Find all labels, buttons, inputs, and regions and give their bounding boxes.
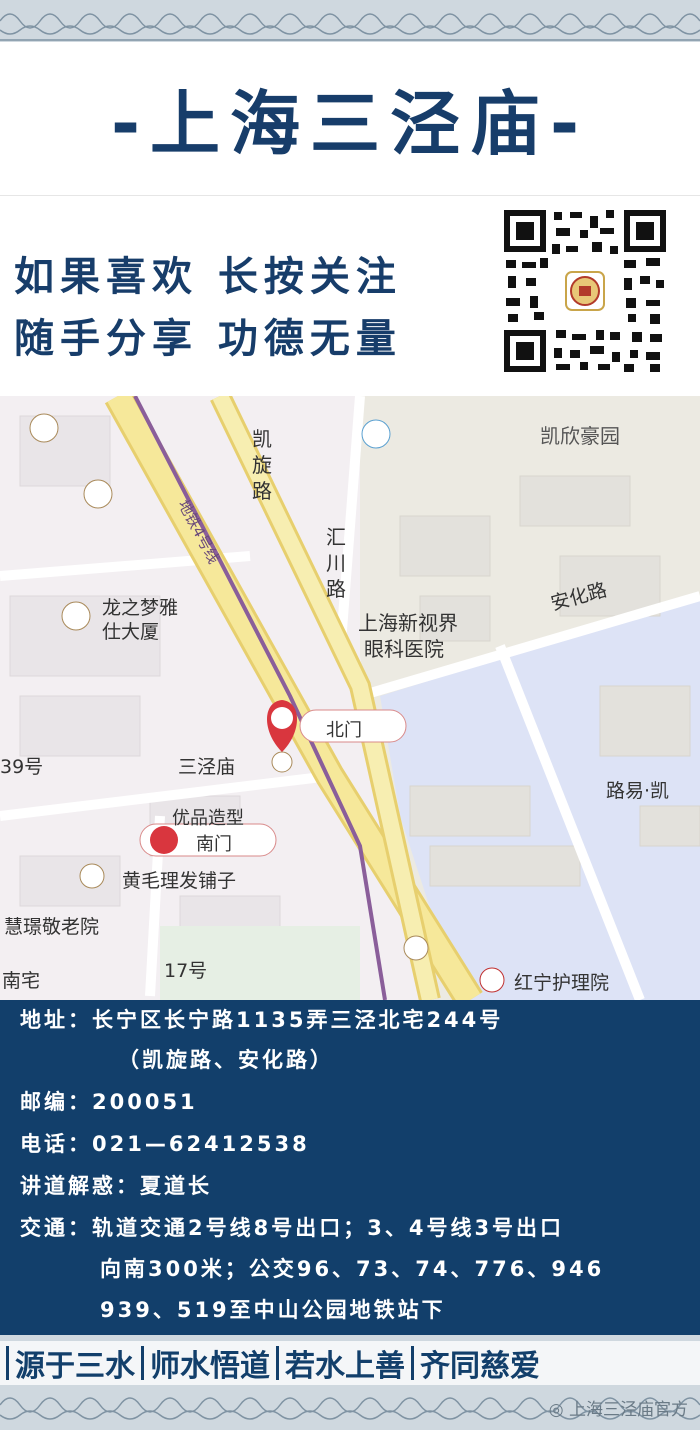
address-note: （凯旋路、安化路）	[118, 1048, 334, 1072]
transit-line-2: 向南300米；公交96、73、74、776、946	[100, 1257, 605, 1281]
info-panel: 地址：长宁区长宁路1135弄三泾北宅244号 （凯旋路、安化路） 邮编：2000…	[0, 1000, 700, 1335]
slogan-line-2: 随手分享 功德无量	[14, 316, 402, 362]
north-gate-label[interactable]: 北门	[326, 716, 362, 742]
motto-row: 源于三水 师水悟道 若水上善 齐同慈爱	[0, 1343, 700, 1384]
transit-line-1: 轨道交通2号线8号出口；3、4号线3号出口	[92, 1216, 565, 1240]
map-label-huichuan-road: 汇川路	[326, 525, 346, 601]
qr-code[interactable]	[500, 206, 670, 376]
map-label-hospital-2: 眼科医院	[364, 637, 444, 661]
postcode-row: 邮编：200051	[20, 1086, 198, 1116]
motto-divider	[141, 1346, 144, 1380]
teacher-label: 讲道解惑：	[20, 1174, 140, 1198]
phone-value[interactable]: 021—62412538	[92, 1132, 310, 1156]
cloud-pattern	[0, 0, 700, 42]
map-label-sanjingmiao: 三泾庙	[178, 756, 236, 778]
address-label: 地址：	[20, 1008, 92, 1032]
map-label-huangmao: 黄毛理发铺子	[122, 870, 237, 892]
top-decorative-border	[0, 0, 700, 42]
motto-1: 源于三水	[15, 1349, 135, 1384]
teacher-row: 讲道解惑：夏道长	[20, 1170, 212, 1200]
location-map[interactable]: 凯旋路 凯欣豪园 地铁4号线 汇川路 龙之梦雅 仕大厦 安化路 上海新视界 眼科…	[0, 396, 700, 1000]
phone-label: 电话：	[20, 1132, 92, 1156]
qr-code-image	[500, 206, 670, 376]
postcode-value: 200051	[92, 1090, 198, 1114]
map-label-hongning: 红宁护理院	[514, 972, 610, 994]
map-label-longzhimeng-2: 仕大厦	[102, 621, 160, 643]
map-label-kaixuan-road: 凯旋路	[252, 427, 272, 503]
address-row: 地址：长宁区长宁路1135弄三泾北宅244号	[20, 1004, 503, 1034]
map-canvas	[0, 396, 700, 1000]
south-gate-label[interactable]: 南门	[196, 830, 232, 856]
footer-band: 源于三水 师水悟道 若水上善 齐同慈爱 ◎ 上海三泾庙官方	[0, 1335, 700, 1430]
page-title: -上海三泾庙-	[110, 83, 590, 165]
watermark-text: 上海三泾庙官方	[569, 1400, 688, 1420]
wechat-icon: ◎	[548, 1400, 569, 1420]
phone-row: 电话：021—62412538	[20, 1128, 310, 1158]
map-label-hospital-1: 上海新视界	[358, 611, 458, 635]
transit-line-3: 939、519至中山公园地铁站下	[100, 1298, 446, 1322]
motto-2: 师水悟道	[150, 1349, 270, 1384]
slogan-line-1: 如果喜欢 长按关注	[14, 254, 402, 300]
title-area: -上海三泾庙-	[0, 42, 700, 192]
map-label-kaixin-garden: 凯欣豪园	[540, 424, 620, 448]
transit-row: 交通：轨道交通2号线8号出口；3、4号线3号出口	[20, 1212, 564, 1242]
motto-divider	[6, 1346, 9, 1380]
address-value: 长宁区长宁路1135弄三泾北宅244号	[92, 1008, 504, 1032]
map-label-youpin: 优品造型	[172, 808, 244, 829]
map-label-no17: 17号	[164, 960, 208, 982]
transit-label: 交通：	[20, 1216, 92, 1240]
teacher-value: 夏道长	[140, 1174, 212, 1198]
map-label-luyi-kai: 路易·凯	[606, 780, 670, 802]
watermark: ◎ 上海三泾庙官方	[549, 1395, 688, 1420]
motto-4: 齐同慈爱	[420, 1349, 540, 1384]
motto-divider	[276, 1346, 279, 1380]
postcode-label: 邮编：	[20, 1090, 92, 1114]
slogan-area: 如果喜欢 长按关注 随手分享 功德无量	[0, 195, 700, 389]
map-label-nanzhai: 南宅	[2, 970, 41, 992]
motto-divider	[411, 1346, 414, 1380]
motto-3: 若水上善	[285, 1349, 405, 1384]
map-label-huijing: 慧璟敬老院	[4, 916, 100, 938]
map-label-longzhimeng-1: 龙之梦雅	[102, 597, 179, 619]
map-label-no39: 39号	[0, 756, 44, 778]
